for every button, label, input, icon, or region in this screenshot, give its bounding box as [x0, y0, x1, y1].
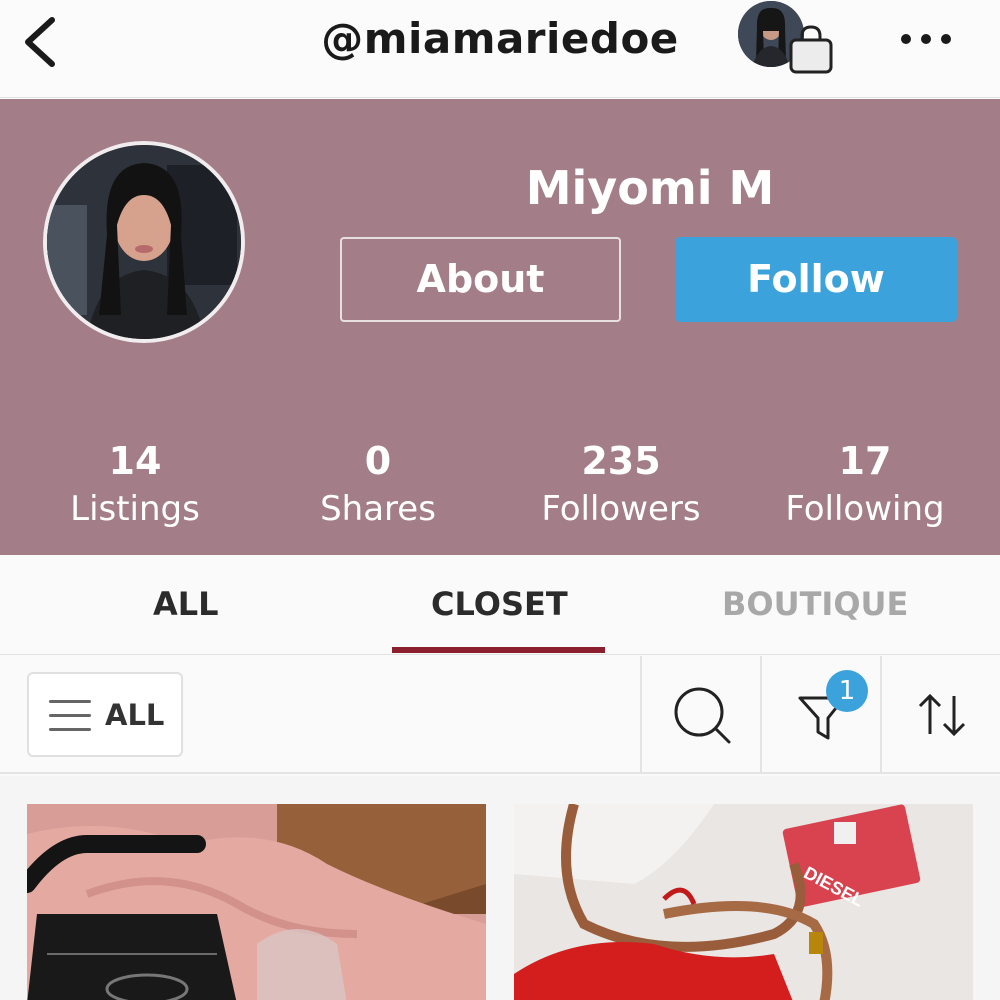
- search-icon: [674, 687, 731, 744]
- category-filter-button[interactable]: ALL: [27, 672, 183, 757]
- profile-avatar[interactable]: [43, 141, 245, 343]
- stat-shares[interactable]: 0 Shares: [256, 437, 500, 533]
- tab-all[interactable]: ALL: [153, 585, 219, 623]
- listing-toolbar: ALL 1: [0, 656, 1000, 774]
- about-button[interactable]: About: [340, 237, 621, 322]
- profile-name: Miyomi M: [525, 161, 775, 215]
- search-button[interactable]: [640, 656, 760, 774]
- menu-icon: [49, 700, 91, 732]
- tab-boutique[interactable]: BOUTIQUE: [722, 585, 908, 623]
- stat-following[interactable]: 17 Following: [743, 437, 987, 533]
- listing-photo: [27, 804, 486, 1000]
- category-filter-label: ALL: [105, 698, 165, 732]
- stat-listings[interactable]: 14 Listings: [13, 437, 257, 533]
- sort-button[interactable]: [880, 656, 1000, 774]
- stat-label: Listings: [70, 489, 200, 529]
- active-tab-indicator: [392, 647, 605, 653]
- profile-header: Miyomi M About Follow 14 Listings 0 Shar…: [0, 99, 1000, 555]
- stat-label: Followers: [541, 489, 701, 529]
- stat-label: Following: [785, 489, 945, 529]
- stat-value: 17: [838, 439, 892, 483]
- top-navigation-bar: @miamariedoe: [0, 0, 1000, 98]
- stat-value: 14: [108, 439, 162, 483]
- shopping-bag-button[interactable]: [786, 24, 836, 76]
- profile-handle: @miamariedoe: [321, 14, 679, 63]
- more-dots-icon: [901, 34, 951, 44]
- stat-followers[interactable]: 235 Followers: [499, 437, 743, 533]
- stat-value: 0: [364, 439, 392, 483]
- follow-button[interactable]: Follow: [675, 237, 957, 322]
- listing-card[interactable]: DIESEL: [514, 804, 973, 1000]
- more-options-button[interactable]: [896, 22, 956, 56]
- listing-photo: DIESEL: [514, 804, 973, 1000]
- listing-card[interactable]: [27, 804, 486, 1000]
- filter-count-badge: 1: [826, 670, 868, 712]
- tab-closet[interactable]: CLOSET: [431, 585, 568, 623]
- stat-value: 235: [581, 439, 661, 483]
- closet-tabs: ALL CLOSET BOUTIQUE: [0, 555, 1000, 655]
- filter-button[interactable]: 1: [760, 656, 880, 774]
- chevron-left-icon: [25, 17, 55, 67]
- filter-funnel-icon: [798, 696, 846, 740]
- shopping-bag-icon: [789, 25, 833, 74]
- sort-icon: [918, 693, 966, 737]
- back-button[interactable]: [18, 14, 68, 70]
- profile-stats: 14 Listings 0 Shares 235 Followers 17 Fo…: [0, 437, 1000, 537]
- listing-grid: DIESEL: [0, 776, 1000, 1000]
- stat-label: Shares: [320, 489, 436, 529]
